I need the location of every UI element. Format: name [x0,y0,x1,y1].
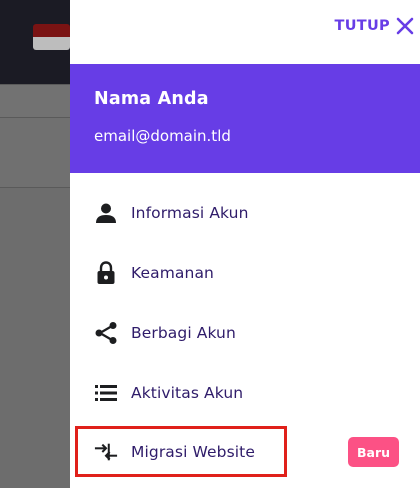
close-label: TUTUP [334,18,390,34]
menu-item-label: Migrasi Website [131,443,255,461]
new-badge: Baru [348,437,399,467]
background-row [0,117,70,188]
profile-name: Nama Anda [94,89,209,109]
language-flag-icon [33,24,70,50]
migrate-arrows-icon [94,440,118,464]
menu-item-label: Informasi Akun [131,204,249,222]
menu-item-label: Keamanan [131,264,214,282]
menu-item-label: Aktivitas Akun [131,384,244,402]
menu-item-account-activity[interactable]: Aktivitas Akun [70,370,420,416]
menu-item-security[interactable]: Keamanan [70,250,420,296]
profile-email: email@domain.tld [94,127,231,145]
menu-item-account-info[interactable]: Informasi Akun [70,190,420,236]
background-row [0,84,70,118]
close-icon [396,17,414,35]
page: TUTUP Nama Anda email@domain.tld Informa… [0,0,420,488]
share-icon [94,321,118,345]
list-icon [94,381,118,405]
profile-header: Nama Anda email@domain.tld [70,64,420,173]
lock-icon [94,261,118,285]
close-button[interactable]: TUTUP [335,17,414,35]
person-icon [94,201,118,225]
menu-item-share-account[interactable]: Berbagi Akun [70,310,420,356]
background-overlay[interactable] [0,187,70,488]
menu-item-label: Berbagi Akun [131,324,236,342]
account-drawer: TUTUP Nama Anda email@domain.tld Informa… [70,0,420,488]
